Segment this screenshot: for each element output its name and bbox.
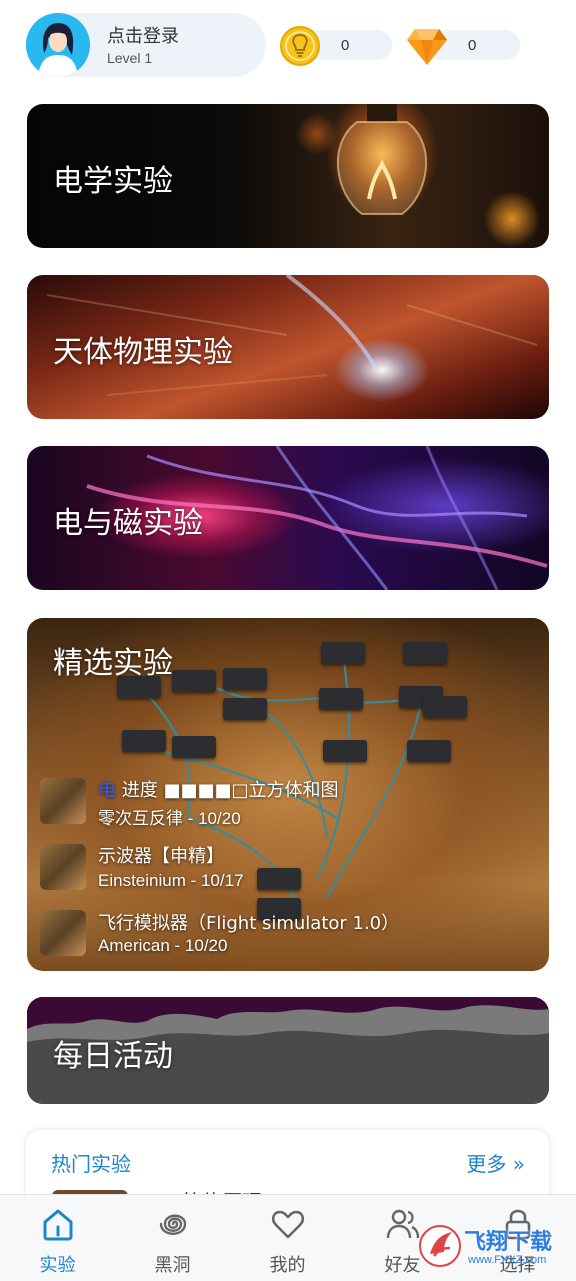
featured-item-title[interactable]: 示波器【申精】 <box>98 842 224 868</box>
chip <box>172 670 216 692</box>
chip <box>223 698 267 720</box>
nav-label-blackhole: 黑洞 <box>154 1255 191 1276</box>
chip <box>407 740 451 762</box>
nav-label-mine: 我的 <box>269 1255 306 1276</box>
nav-tab-experiments[interactable]: 实验 <box>0 1195 115 1281</box>
featured-item-subtitle: 零次互反律 - 10/20 <box>98 809 241 828</box>
chip <box>321 642 365 664</box>
bulb-coin-icon <box>280 26 320 66</box>
experiment-thumbnail[interactable] <box>40 910 86 956</box>
chip <box>423 696 467 718</box>
hot-experiments-title: 热门实验 <box>51 1152 131 1176</box>
featured-item-title[interactable]: 电 进度 ■■■■□立方体和图 <box>98 776 339 802</box>
card-title-electromagnetism: 电与磁实验 <box>53 506 203 541</box>
chip <box>257 868 301 890</box>
card-astrophysics[interactable]: 天体物理实验 <box>27 275 549 419</box>
featured-item-subtitle: Einsteinium - 10/17 <box>98 871 244 890</box>
nav-label-experiments: 实验 <box>39 1255 76 1276</box>
diamond-icon <box>405 25 449 67</box>
card-title-featured: 精选实验 <box>53 646 173 681</box>
watermark-url: www.FXXZ.com <box>468 1254 547 1266</box>
featured-item-prefix: 电 <box>98 780 116 801</box>
spiral-icon <box>159 1214 187 1235</box>
nav-tab-mine[interactable]: 我的 <box>230 1195 345 1281</box>
chip <box>172 736 216 758</box>
watermark-text: 飞翔下载 <box>464 1230 553 1255</box>
featured-item-subtitle: American - 10/20 <box>98 936 228 955</box>
chip <box>403 642 447 664</box>
watermark-logo: 飞翔下载 www.FXXZ.com <box>418 1216 568 1276</box>
friends-icon <box>386 1209 420 1239</box>
login-prompt[interactable]: 点击登录 <box>107 22 179 48</box>
featured-item-title-text: 进度 ■■■■□立方体和图 <box>121 780 339 801</box>
light-bulb-illustration <box>336 104 428 215</box>
card-title-electric: 电学实验 <box>53 164 173 199</box>
home-icon <box>43 1209 73 1241</box>
card-electromagnetism[interactable]: 电与磁实验 <box>27 446 549 590</box>
card-daily-activity[interactable]: 每日活动 <box>27 997 549 1104</box>
card-electric[interactable]: 电学实验 <box>27 104 549 248</box>
experiment-thumbnail[interactable] <box>40 778 86 824</box>
coin-count: 0 <box>341 37 350 54</box>
card-title-daily-activity: 每日活动 <box>53 1039 173 1074</box>
more-link[interactable]: 更多 » <box>466 1148 525 1177</box>
chip <box>223 668 267 690</box>
gem-count: 0 <box>468 37 477 54</box>
featured-item-title[interactable]: 飞行模拟器（Flight simulator 1.0） <box>98 909 399 935</box>
chip <box>122 730 166 752</box>
avatar[interactable] <box>26 13 90 77</box>
nav-tab-blackhole[interactable]: 黑洞 <box>115 1195 230 1281</box>
heart-icon <box>271 1210 305 1239</box>
chip <box>323 740 367 762</box>
level-label: Level 1 <box>107 50 153 66</box>
chip <box>319 688 363 710</box>
experiment-thumbnail[interactable] <box>40 844 86 890</box>
card-featured[interactable]: 精选实验 电 进度 ■■■■□立方体和图 零次互反律 - 10/20 示波器【申… <box>27 618 549 971</box>
card-title-astrophysics: 天体物理实验 <box>53 335 233 370</box>
